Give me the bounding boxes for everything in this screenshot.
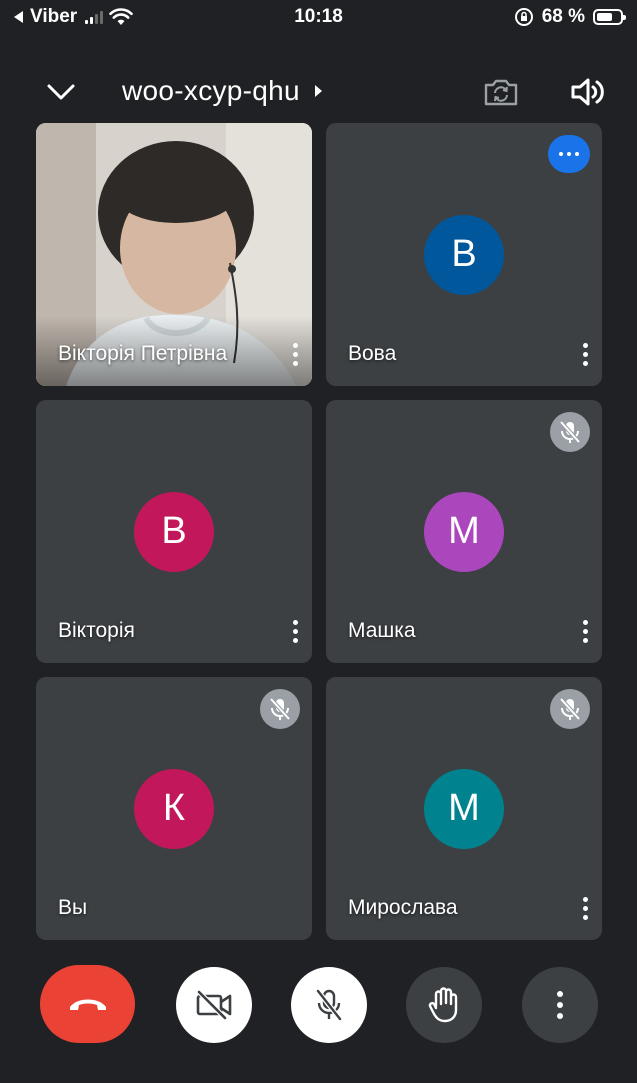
participant-avatar: К [134,768,214,849]
participant-tile[interactable]: Вікторія Петрівна [36,123,312,386]
participant-options-button[interactable] [574,615,596,647]
camera-toggle-button[interactable] [176,967,252,1043]
participant-name: Вікторія Петрівна [58,342,228,365]
battery-percent: 68 % [541,6,585,27]
meeting-code-button[interactable]: woo-xcyp-qhu [122,75,323,107]
meeting-header: woo-xcyp-qhu [0,62,637,122]
speaking-indicator-icon [548,135,590,173]
status-right: 68 % [514,6,626,28]
participant-name: Вова [348,342,397,365]
participant-name: Вы [58,896,88,919]
caret-right-icon [314,85,322,97]
participant-options-button[interactable] [284,615,306,647]
meeting-code: woo-xcyp-qhu [122,75,300,106]
raise-hand-icon [428,987,458,1023]
participant-avatar: М [424,768,504,849]
participant-avatar: М [424,491,504,572]
participant-tile[interactable]: В Вова [326,123,602,386]
participant-tile[interactable]: В Вікторія [36,400,312,663]
participant-tile[interactable]: М Машка [326,400,602,663]
speaker-icon [571,78,604,106]
status-bar: Viber 10:18 68 % [0,0,637,34]
speaker-button[interactable] [568,72,608,112]
end-call-icon [69,999,106,1010]
meet-screen: Viber 10:18 68 % woo-xcyp-qhu Вікторія П… [0,0,637,1083]
more-options-button[interactable] [522,967,598,1043]
participant-options-button[interactable] [574,892,596,924]
participant-name: Вікторія [58,619,135,642]
participant-options-button[interactable] [284,338,306,370]
battery-fill [597,13,612,21]
participant-options-button[interactable] [574,338,596,370]
switch-camera-button[interactable] [481,72,521,112]
mic-off-icon [316,989,342,1021]
battery-icon [593,9,626,25]
end-call-button[interactable] [40,965,135,1043]
mic-toggle-button[interactable] [291,967,367,1043]
participant-tile-self[interactable]: К Вы [36,677,312,940]
participant-name: Машка [348,619,416,642]
mic-muted-icon [550,412,590,452]
call-controls [0,960,637,1060]
participant-name: Мирослава [348,896,458,919]
participant-avatar: В [424,214,504,295]
switch-camera-icon [484,79,518,106]
raise-hand-button[interactable] [406,967,482,1043]
chevron-down-icon [47,84,75,100]
mic-muted-icon [260,689,300,729]
collapse-button[interactable] [41,72,81,112]
participant-tile[interactable]: М Мирослава [326,677,602,940]
orientation-lock-icon [514,8,533,26]
mic-muted-icon [550,689,590,729]
participant-avatar: В [134,491,214,572]
camera-off-icon [196,990,232,1020]
